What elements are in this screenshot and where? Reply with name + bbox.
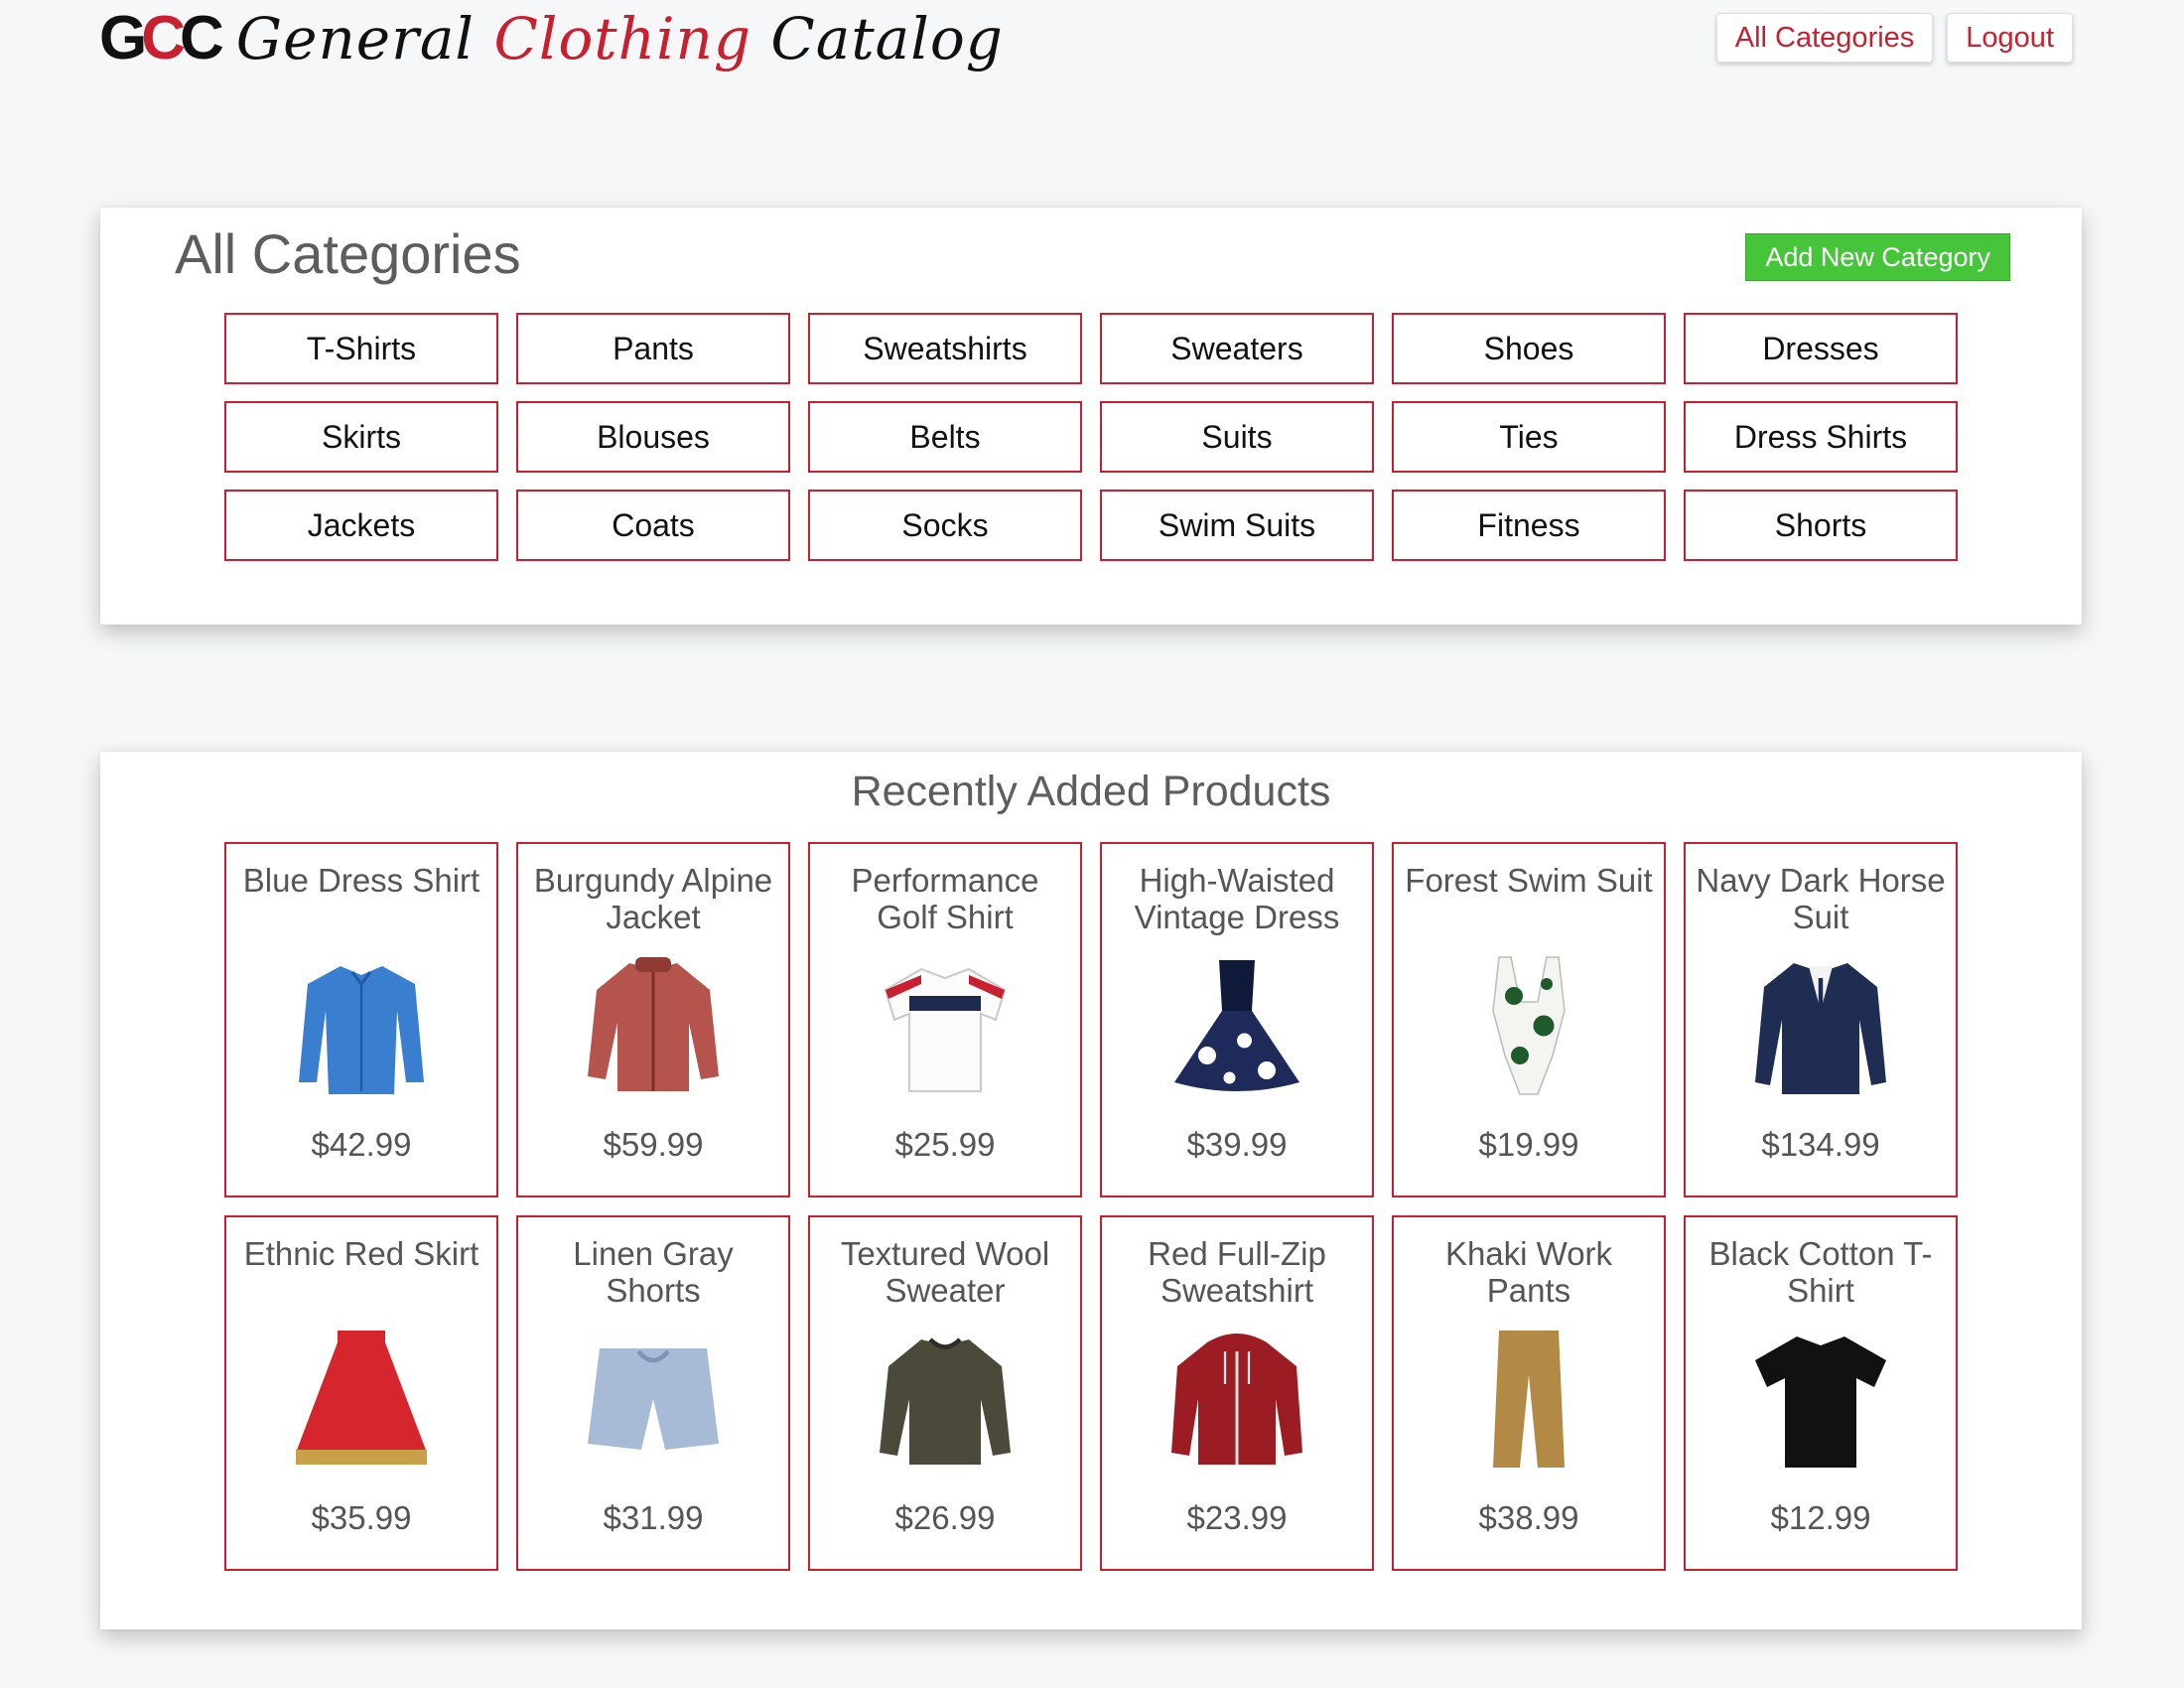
product-price: $26.99 — [894, 1499, 996, 1536]
product-card[interactable]: Performance Golf Shirt $25.99 — [808, 842, 1082, 1197]
product-name: Black Cotton T-Shirt — [1708, 1235, 1933, 1309]
shirt-icon — [287, 951, 436, 1100]
product-price: $42.99 — [311, 1126, 412, 1163]
product-card[interactable]: Burgundy Alpine Jacket $59.99 — [516, 842, 790, 1197]
product-name: Red Full-Zip Sweatshirt — [1148, 1235, 1326, 1309]
category-button[interactable]: Socks — [808, 490, 1082, 561]
category-button[interactable]: Sweaters — [1100, 313, 1374, 384]
categories-title: All Categories — [175, 222, 521, 285]
logout-link[interactable]: Logout — [1947, 13, 2073, 63]
category-button[interactable]: Coats — [516, 490, 790, 561]
jacket-icon — [579, 951, 728, 1100]
category-button[interactable]: Sweatshirts — [808, 313, 1082, 384]
category-button[interactable]: Shoes — [1392, 313, 1666, 384]
logo-mark: GCC — [99, 4, 224, 72]
category-button[interactable]: Pants — [516, 313, 790, 384]
product-card[interactable]: High-Waisted Vintage Dress $39.99 — [1100, 842, 1374, 1197]
hoodie-icon — [1162, 1325, 1311, 1474]
product-price: $39.99 — [1186, 1126, 1288, 1163]
category-button[interactable]: Jackets — [224, 490, 498, 561]
product-card[interactable]: Red Full-Zip Sweatshirt $23.99 — [1100, 1215, 1374, 1571]
sweater-icon — [871, 1325, 1020, 1474]
product-name: Navy Dark Horse Suit — [1696, 862, 1946, 935]
product-name: Linen Gray Shorts — [573, 1235, 734, 1309]
category-button[interactable]: Suits — [1100, 401, 1374, 473]
skirt-icon — [287, 1325, 436, 1474]
dress-icon — [1162, 951, 1311, 1100]
product-card[interactable]: Forest Swim Suit $19.99 — [1392, 842, 1666, 1197]
category-button[interactable]: Fitness — [1392, 490, 1666, 561]
pants-icon — [1454, 1325, 1603, 1474]
tshirt-icon — [1746, 1325, 1895, 1474]
product-card[interactable]: Textured Wool Sweater $26.99 — [808, 1215, 1082, 1571]
category-button[interactable]: Shorts — [1684, 490, 1958, 561]
recent-products-title: Recently Added Products — [851, 768, 1331, 815]
product-price: $31.99 — [603, 1499, 704, 1536]
top-nav: All Categories Logout — [1715, 13, 2073, 63]
category-button[interactable]: Ties — [1392, 401, 1666, 473]
product-price: $12.99 — [1770, 1499, 1871, 1536]
product-name: Khaki Work Pants — [1444, 1235, 1613, 1309]
category-button[interactable]: Blouses — [516, 401, 790, 473]
category-grid: T-Shirts Pants Sweatshirts Sweaters Shoes Dre… — [224, 313, 1958, 561]
polo-icon — [871, 951, 1020, 1100]
shorts-icon — [579, 1325, 728, 1474]
product-name: Performance Golf Shirt — [851, 862, 1039, 935]
product-name: Forest Swim Suit — [1405, 862, 1653, 899]
category-button[interactable]: Skirts — [224, 401, 498, 473]
product-price: $25.99 — [894, 1126, 996, 1163]
suit-icon — [1746, 951, 1895, 1100]
product-price: $38.99 — [1478, 1499, 1579, 1536]
product-grid: Blue Dress Shirt $42.99 Burgundy Alpine Ja… — [224, 842, 1958, 1571]
product-name: Burgundy Alpine Jacket — [533, 862, 773, 935]
product-card[interactable]: Blue Dress Shirt $42.99 — [224, 842, 498, 1197]
logo: GCC General Clothing Catalog — [99, 0, 1004, 77]
category-button[interactable]: Swim Suits — [1100, 490, 1374, 561]
swimsuit-icon — [1454, 951, 1603, 1100]
product-card[interactable]: Linen Gray Shorts $31.99 — [516, 1215, 790, 1571]
product-card[interactable]: Navy Dark Horse Suit $134.99 — [1684, 842, 1958, 1197]
product-card[interactable]: Khaki Work Pants $38.99 — [1392, 1215, 1666, 1571]
all-categories-link[interactable]: All Categories — [1715, 13, 1934, 63]
category-button[interactable]: Dress Shirts — [1684, 401, 1958, 473]
product-price: $35.99 — [311, 1499, 412, 1536]
product-name: Ethnic Red Skirt — [243, 1235, 479, 1272]
product-name: Blue Dress Shirt — [242, 862, 480, 899]
product-name: High-Waisted Vintage Dress — [1134, 862, 1340, 935]
product-price: $59.99 — [603, 1126, 704, 1163]
product-name: Textured Wool Sweater — [840, 1235, 1050, 1309]
add-new-category-button[interactable]: Add New Category — [1745, 233, 2010, 281]
product-price: $19.99 — [1478, 1126, 1579, 1163]
category-button[interactable]: Dresses — [1684, 313, 1958, 384]
product-card[interactable]: Black Cotton T-Shirt $12.99 — [1684, 1215, 1958, 1571]
category-button[interactable]: T-Shirts — [224, 313, 498, 384]
product-card[interactable]: Ethnic Red Skirt $35.99 — [224, 1215, 498, 1571]
categories-panel: All Categories Add New Category T-Shirts… — [100, 208, 2082, 625]
product-price: $134.99 — [1761, 1126, 1880, 1163]
logo-wordmark: General Clothing Catalog — [235, 5, 1004, 72]
category-button[interactable]: Belts — [808, 401, 1082, 473]
recent-products-panel: Recently Added Products Blue Dress Shirt… — [100, 752, 2082, 1629]
product-price: $23.99 — [1186, 1499, 1288, 1536]
